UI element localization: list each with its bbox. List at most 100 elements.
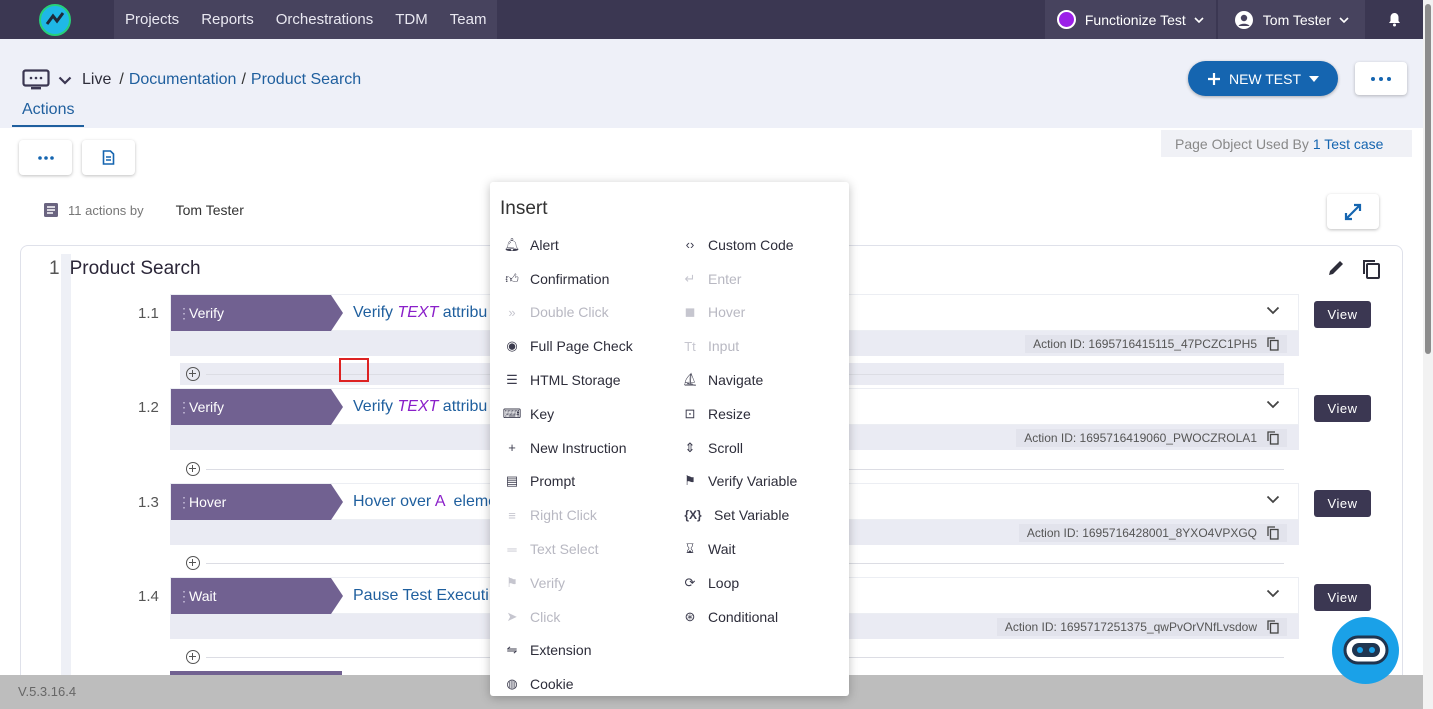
view-button[interactable]: View (1314, 584, 1371, 611)
nav-links: Projects Reports Orchestrations TDM Team (114, 0, 498, 39)
highlight-box (339, 358, 369, 382)
insert-item-key[interactable]: ⌨ Key (502, 397, 633, 431)
insert-item-label: Wait (708, 541, 736, 558)
chevron-down-icon (1194, 16, 1204, 23)
step-description[interactable]: Verify TEXT attribu (353, 389, 487, 425)
crumb-documentation[interactable]: Documentation (129, 71, 237, 89)
flag-icon: ⚑ (684, 473, 696, 489)
insert-item-alert[interactable]: 🔔︎ Alert (502, 228, 633, 262)
insert-item-enter: ↵ Enter (680, 262, 797, 296)
prompt-icon: ▤ (505, 473, 519, 489)
nav-reports[interactable]: Reports (190, 0, 265, 39)
step-desc-pre: Hover over (353, 493, 435, 510)
insert-item-wait[interactable]: ⌛︎ Wait (680, 532, 797, 566)
view-button[interactable]: View (1314, 490, 1371, 517)
step-type-tag[interactable]: Wait (171, 578, 343, 614)
view-button[interactable]: View (1314, 395, 1371, 422)
step-description[interactable]: Hover over A eleme (353, 484, 497, 520)
cookie-icon: ◍ (506, 676, 518, 692)
insert-item-new-instruction[interactable]: + New Instruction (502, 431, 633, 465)
chevron-down-icon[interactable] (58, 76, 72, 85)
insert-item-label: Right Click (530, 507, 597, 524)
chevron-down-icon[interactable] (1266, 306, 1280, 315)
document-button[interactable] (82, 140, 135, 175)
add-step-icon[interactable] (186, 462, 200, 476)
cursor-icon: ➤ (506, 608, 518, 624)
expand-button[interactable] (1327, 194, 1379, 229)
chevron-down-icon[interactable] (1266, 495, 1280, 504)
insert-item-confirmation[interactable]: 👍︎ Confirmation (502, 262, 633, 296)
insert-item-loop[interactable]: ⟳ Loop (680, 566, 797, 600)
page-scrollbar[interactable] (1423, 0, 1433, 709)
pencil-icon[interactable] (1326, 258, 1346, 278)
chevron-down-icon[interactable] (1266, 589, 1280, 598)
crumb-separator: / (119, 71, 124, 88)
expand-icon (1344, 203, 1362, 220)
app-logo-icon[interactable] (36, 1, 74, 39)
insert-item-conditional[interactable]: ⊛ Conditional (680, 600, 797, 634)
insert-item-verify-variable[interactable]: ⚑ Verify Variable (680, 465, 797, 499)
copy-icon[interactable] (1267, 337, 1279, 351)
plus-icon (1207, 72, 1220, 85)
right-click-icon: ≡ (508, 507, 516, 523)
insert-item-label: Enter (708, 270, 742, 287)
insert-item-scroll[interactable]: ⇕ Scroll (680, 431, 797, 465)
copy-icon[interactable] (1267, 431, 1279, 445)
more-options-button[interactable] (1355, 62, 1407, 95)
insert-item-label: Hover (708, 304, 746, 321)
nav-tdm[interactable]: TDM (384, 0, 439, 39)
insert-menu: Insert 🔔︎ Alert 👍︎ Confirmation » Double Clic… (490, 182, 849, 696)
insert-item-html-storage[interactable]: ☰ HTML Storage (502, 363, 633, 397)
insert-item-resize[interactable]: ⊡ Resize (680, 397, 797, 431)
insert-item-extension[interactable]: ⇋ Extension (502, 634, 633, 668)
list-icon (44, 203, 58, 217)
caret-down-icon (1309, 75, 1320, 82)
org-selector[interactable]: Functionize Test (1044, 0, 1216, 39)
insert-item-custom-code[interactable]: ‹› Custom Code (680, 228, 797, 262)
step-desc-pre: Verify (353, 398, 398, 415)
action-id-text: Action ID: 1695716428001_8YXO4VPXGQ (1026, 526, 1257, 540)
test-case-link[interactable]: 1 Test case (1313, 136, 1384, 152)
step-type-tag[interactable]: Verify (171, 389, 343, 425)
ellipsis-icon (37, 155, 54, 160)
nav-projects[interactable]: Projects (114, 0, 190, 39)
crumb-live[interactable]: Live (82, 71, 111, 89)
step-type-tag[interactable]: Hover (171, 484, 343, 520)
actions-meta: 11 actions by Tom Tester (43, 202, 244, 218)
insert-item-input: Tt Input (680, 329, 797, 363)
copy-icon[interactable] (1267, 620, 1279, 634)
new-test-button[interactable]: NEW TEST (1188, 61, 1338, 96)
text-select-icon: ═ (507, 541, 517, 557)
action-id-text: Action ID: 1695716419060_PWOCZROLA1 (1024, 431, 1257, 445)
chevron-down-icon[interactable] (1266, 400, 1280, 409)
nav-orchestrations[interactable]: Orchestrations (265, 0, 385, 39)
copy-icon[interactable] (1267, 526, 1279, 540)
insert-item-set-variable[interactable]: {X} Set Variable (680, 498, 797, 532)
insert-item-cookie[interactable]: ◍ Cookie (502, 667, 633, 701)
chatbot-icon[interactable] (1332, 617, 1399, 684)
scrollbar-thumb[interactable] (1425, 4, 1431, 354)
user-menu[interactable]: Tom Tester (1217, 0, 1365, 39)
add-step-icon[interactable] (186, 650, 200, 664)
step-description[interactable]: Verify TEXT attribu (353, 295, 487, 331)
actions-menu-button[interactable] (19, 140, 72, 175)
copy-icon[interactable] (1360, 258, 1382, 280)
page-object-usage: Page Object Used By 1 Test case (1161, 130, 1412, 157)
notifications-bell-icon[interactable] (1365, 0, 1423, 39)
plus-icon: + (508, 440, 516, 456)
insert-item-navigate[interactable]: ⛵︎ Navigate (680, 363, 797, 397)
insert-menu-left-column: 🔔︎ Alert 👍︎ Confirmation » Double Click ◉ Full … (502, 228, 633, 701)
add-step-icon[interactable] (186, 556, 200, 570)
tab-actions[interactable]: Actions (12, 101, 85, 127)
insert-item-prompt[interactable]: ▤ Prompt (502, 465, 633, 499)
insert-item-full-page-check[interactable]: ◉ Full Page Check (502, 329, 632, 363)
step-type-tag[interactable]: Verify (171, 295, 343, 331)
view-button[interactable]: View (1314, 301, 1371, 328)
nav-team[interactable]: Team (439, 0, 498, 39)
add-step-icon[interactable] (186, 367, 200, 381)
monitor-icon[interactable] (22, 69, 50, 91)
step-description[interactable]: Pause Test Executi (353, 578, 489, 614)
crumb-product-search[interactable]: Product Search (251, 71, 361, 89)
step-number: 1.2 (138, 399, 159, 416)
resize-icon: ⊡ (684, 405, 696, 421)
